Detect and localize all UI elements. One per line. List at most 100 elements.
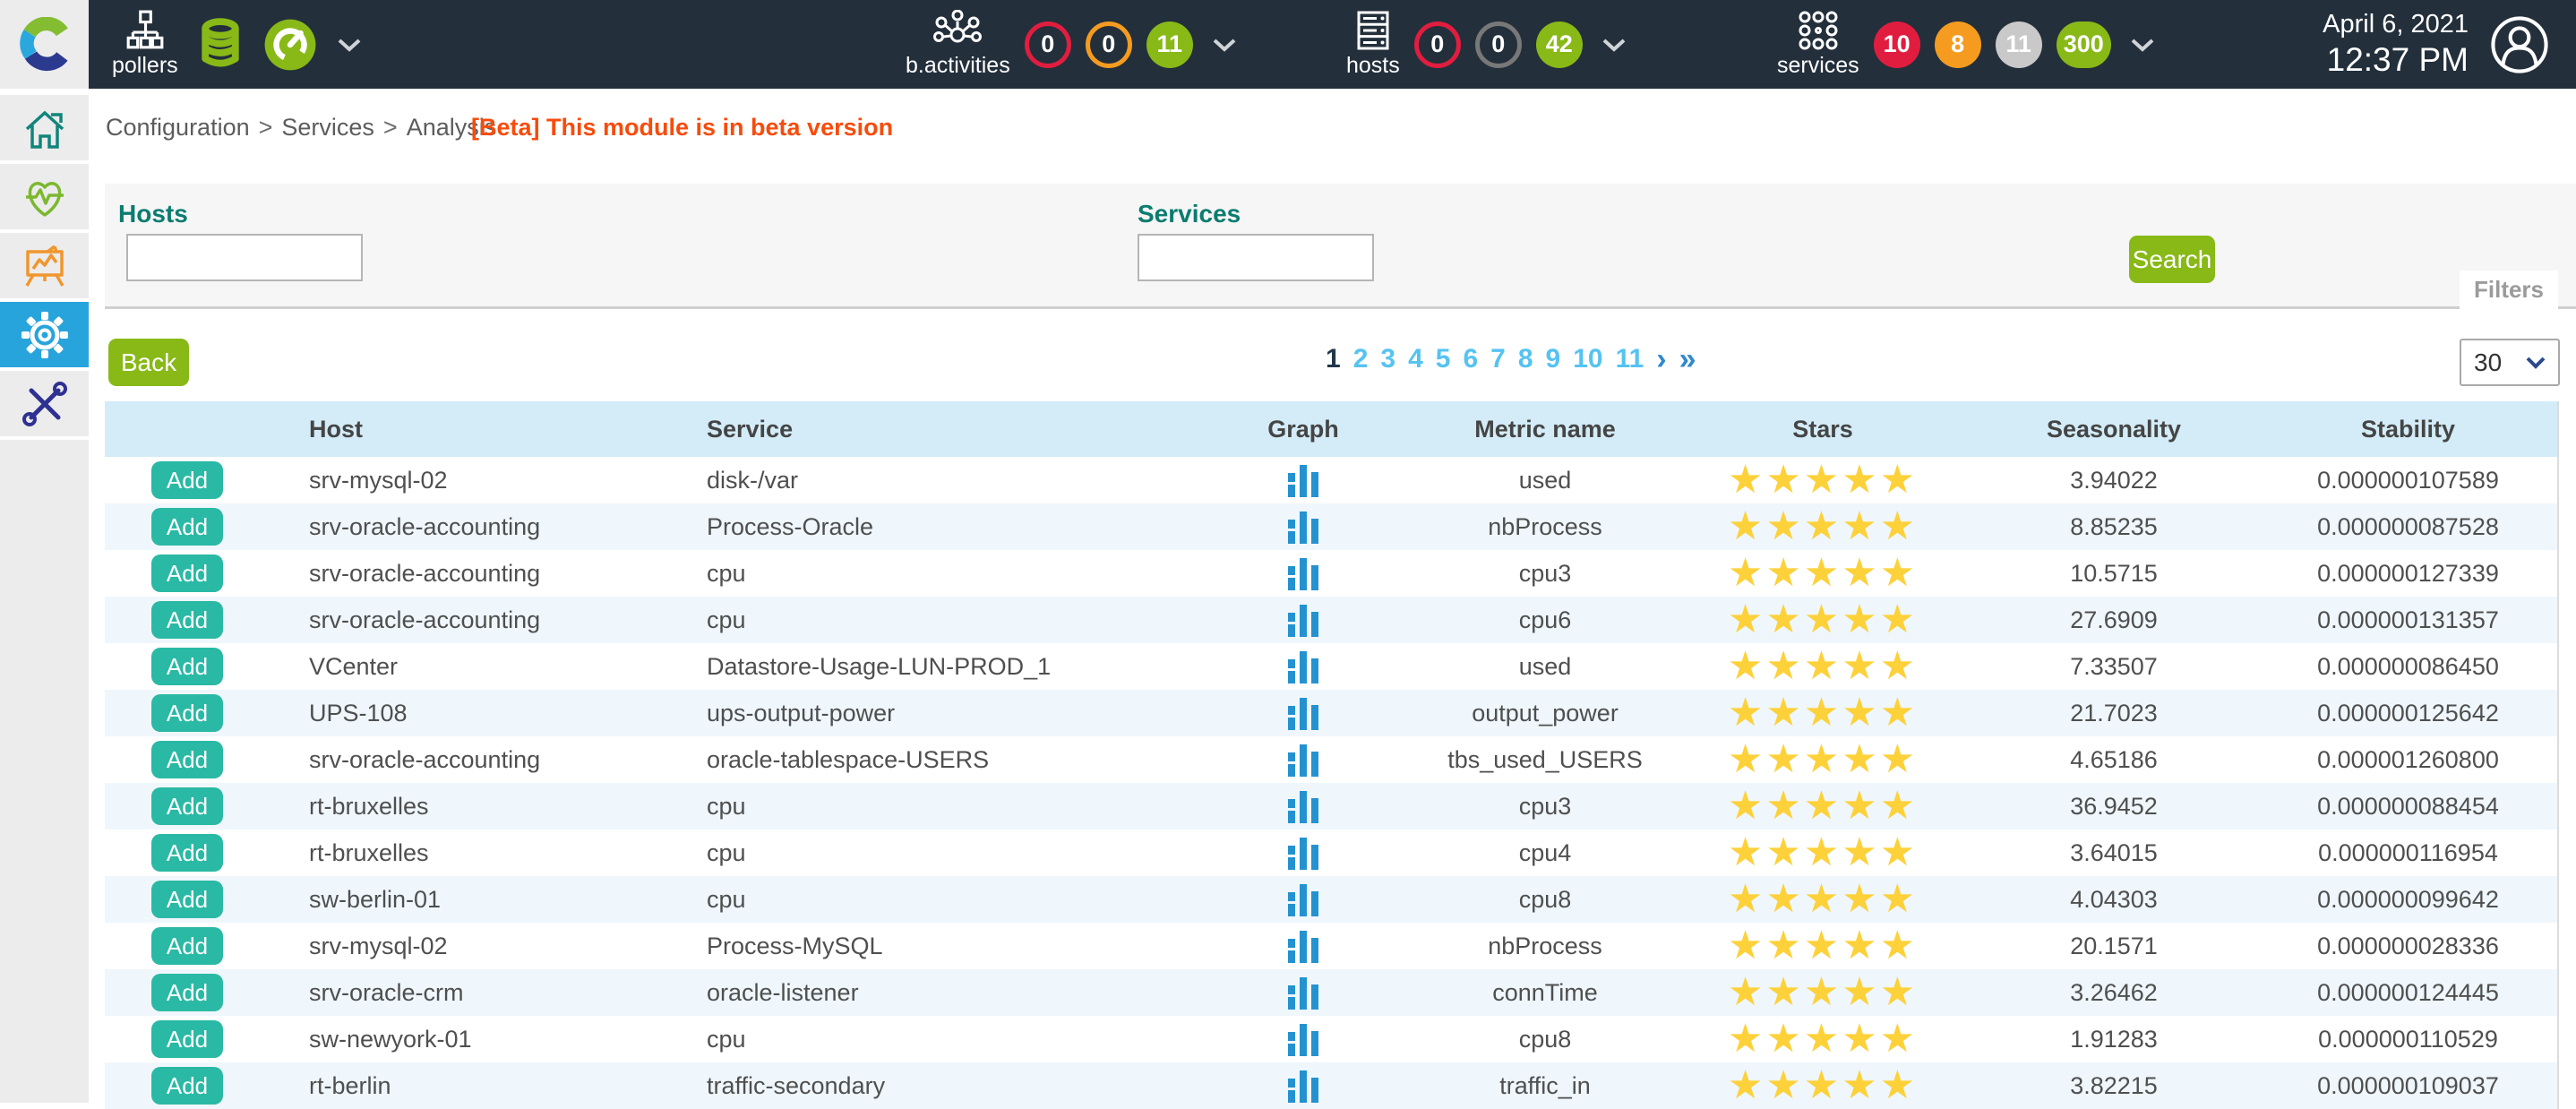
page-link-11[interactable]: 11 — [1616, 344, 1644, 374]
page-link-7[interactable]: 7 — [1490, 344, 1506, 374]
add-button[interactable]: Add — [151, 554, 223, 592]
status-badge[interactable]: 10 — [1874, 21, 1920, 68]
col-stability: Stability — [2257, 416, 2559, 443]
host-cell: srv-oracle-accounting — [248, 513, 627, 541]
bar-chart-icon[interactable] — [1288, 976, 1318, 1010]
bar-chart-icon[interactable] — [1288, 511, 1318, 544]
bar-chart-icon[interactable] — [1288, 790, 1318, 823]
add-button[interactable]: Add — [151, 881, 223, 918]
bar-chart-icon[interactable] — [1288, 464, 1318, 497]
stability-cell: 0.000000087528 — [2257, 513, 2559, 541]
add-button[interactable]: Add — [151, 648, 223, 685]
seasonality-cell: 3.94022 — [1971, 467, 2257, 494]
breadcrumb[interactable]: Configuration>Services>Analysis — [106, 114, 496, 142]
page-link-1[interactable]: 1 — [1326, 344, 1341, 374]
centreon-logo[interactable] — [0, 0, 89, 89]
hosts-group[interactable]: hosts 0042 — [1346, 0, 1626, 89]
sidebar-item-monitoring[interactable] — [0, 164, 89, 229]
bar-chart-icon[interactable] — [1288, 883, 1318, 916]
page-link-2[interactable]: 2 — [1353, 344, 1369, 374]
database-icon[interactable] — [193, 17, 248, 73]
bar-chart-icon[interactable] — [1288, 837, 1318, 870]
add-button[interactable]: Add — [151, 1020, 223, 1058]
hosts-filter-input[interactable] — [126, 234, 363, 281]
bar-chart-icon[interactable] — [1288, 744, 1318, 777]
add-button[interactable]: Add — [151, 834, 223, 872]
filters-panel-label[interactable]: Filters — [2460, 271, 2558, 309]
table-row: Add rt-bruxelles cpu cpu3 ★★★★★ 36.9452 … — [105, 783, 2557, 830]
add-button[interactable]: Add — [151, 974, 223, 1011]
services-group[interactable]: services 10811300 — [1777, 0, 2154, 89]
page-link-10[interactable]: 10 — [1573, 344, 1602, 374]
seasonality-cell: 27.6909 — [1971, 606, 2257, 634]
page-link-8[interactable]: 8 — [1518, 344, 1533, 374]
pollers-group[interactable]: pollers — [112, 0, 361, 89]
page-link-9[interactable]: 9 — [1546, 344, 1561, 374]
table-row: Add srv-oracle-accounting oracle-tablesp… — [105, 736, 2557, 783]
add-button[interactable]: Add — [151, 927, 223, 965]
user-avatar-icon[interactable] — [2490, 15, 2549, 74]
sidebar-item-configuration[interactable] — [0, 302, 89, 367]
status-badge[interactable]: 300 — [2057, 21, 2111, 68]
services-icon — [1796, 10, 1841, 51]
double-chevron-right-icon[interactable]: » — [1679, 346, 1696, 373]
sidebar-item-reporting[interactable] — [0, 233, 89, 298]
sidebar-item-home[interactable] — [0, 95, 89, 160]
page-link-5[interactable]: 5 — [1436, 344, 1451, 374]
services-filter-input[interactable] — [1138, 234, 1374, 281]
services-badges: 10 8 11 300 — [1874, 21, 2111, 68]
back-button[interactable]: Back — [108, 339, 189, 386]
bar-chart-icon[interactable] — [1288, 697, 1318, 730]
table-row: Add srv-mysql-02 disk-/var used ★★★★★ 3.… — [105, 457, 2557, 503]
host-cell: sw-newyork-01 — [248, 1026, 627, 1053]
metric-cell: cpu3 — [1415, 560, 1675, 588]
status-badge[interactable]: 0 — [1086, 21, 1132, 68]
chevron-down-icon[interactable] — [1213, 38, 1236, 52]
table-row: Add rt-bruxelles cpu cpu4 ★★★★★ 3.64015 … — [105, 830, 2557, 876]
host-cell: VCenter — [248, 653, 627, 681]
ba-activities-group[interactable]: b.activities 0011 — [906, 0, 1236, 89]
star-rating: ★★★★★ — [1728, 644, 1918, 688]
add-button[interactable]: Add — [151, 1067, 223, 1105]
sidebar-item-administration[interactable] — [0, 371, 89, 436]
seasonality-cell: 10.5715 — [1971, 560, 2257, 588]
page-link-6[interactable]: 6 — [1463, 344, 1478, 374]
bar-chart-icon[interactable] — [1288, 604, 1318, 637]
status-badge[interactable]: 11 — [1146, 21, 1193, 68]
chevron-right-icon[interactable]: › — [1656, 346, 1666, 373]
status-badge[interactable]: 42 — [1536, 21, 1583, 68]
table-row: Add rt-berlin traffic-secondary traffic_… — [105, 1062, 2557, 1109]
bar-chart-icon[interactable] — [1288, 650, 1318, 683]
breadcrumb-services[interactable]: Services — [281, 114, 374, 141]
bar-chart-icon[interactable] — [1288, 930, 1318, 963]
status-badge[interactable]: 11 — [1996, 21, 2042, 68]
search-button[interactable]: Search — [2129, 236, 2215, 283]
seasonality-cell: 20.1571 — [1971, 933, 2257, 960]
page-link-4[interactable]: 4 — [1408, 344, 1423, 374]
status-badge[interactable]: 0 — [1414, 21, 1461, 68]
status-badge[interactable]: 0 — [1025, 21, 1071, 68]
status-badge[interactable]: 0 — [1475, 21, 1522, 68]
chevron-down-icon[interactable] — [1602, 38, 1626, 52]
breadcrumb-configuration[interactable]: Configuration — [106, 114, 250, 141]
bar-chart-icon[interactable] — [1288, 1023, 1318, 1056]
add-button[interactable]: Add — [151, 461, 223, 499]
page-size-select[interactable]: 30 — [2460, 339, 2560, 386]
page-link-3[interactable]: 3 — [1380, 344, 1395, 374]
status-badge[interactable]: 8 — [1935, 21, 1981, 68]
add-button[interactable]: Add — [151, 787, 223, 825]
chevron-down-icon[interactable] — [2131, 38, 2154, 52]
heart-pulse-icon — [21, 174, 69, 220]
page-size-value: 30 — [2474, 348, 2502, 377]
chevron-down-icon[interactable] — [338, 38, 361, 52]
bar-chart-icon[interactable] — [1288, 1070, 1318, 1103]
gauge-icon[interactable] — [262, 17, 318, 73]
add-button[interactable]: Add — [151, 601, 223, 639]
add-button[interactable]: Add — [151, 694, 223, 732]
host-cell: sw-berlin-01 — [248, 886, 627, 914]
bar-chart-icon[interactable] — [1288, 557, 1318, 590]
gear-icon — [21, 311, 69, 359]
add-button[interactable]: Add — [151, 741, 223, 778]
hosts-icon — [1351, 10, 1395, 51]
add-button[interactable]: Add — [151, 508, 223, 546]
